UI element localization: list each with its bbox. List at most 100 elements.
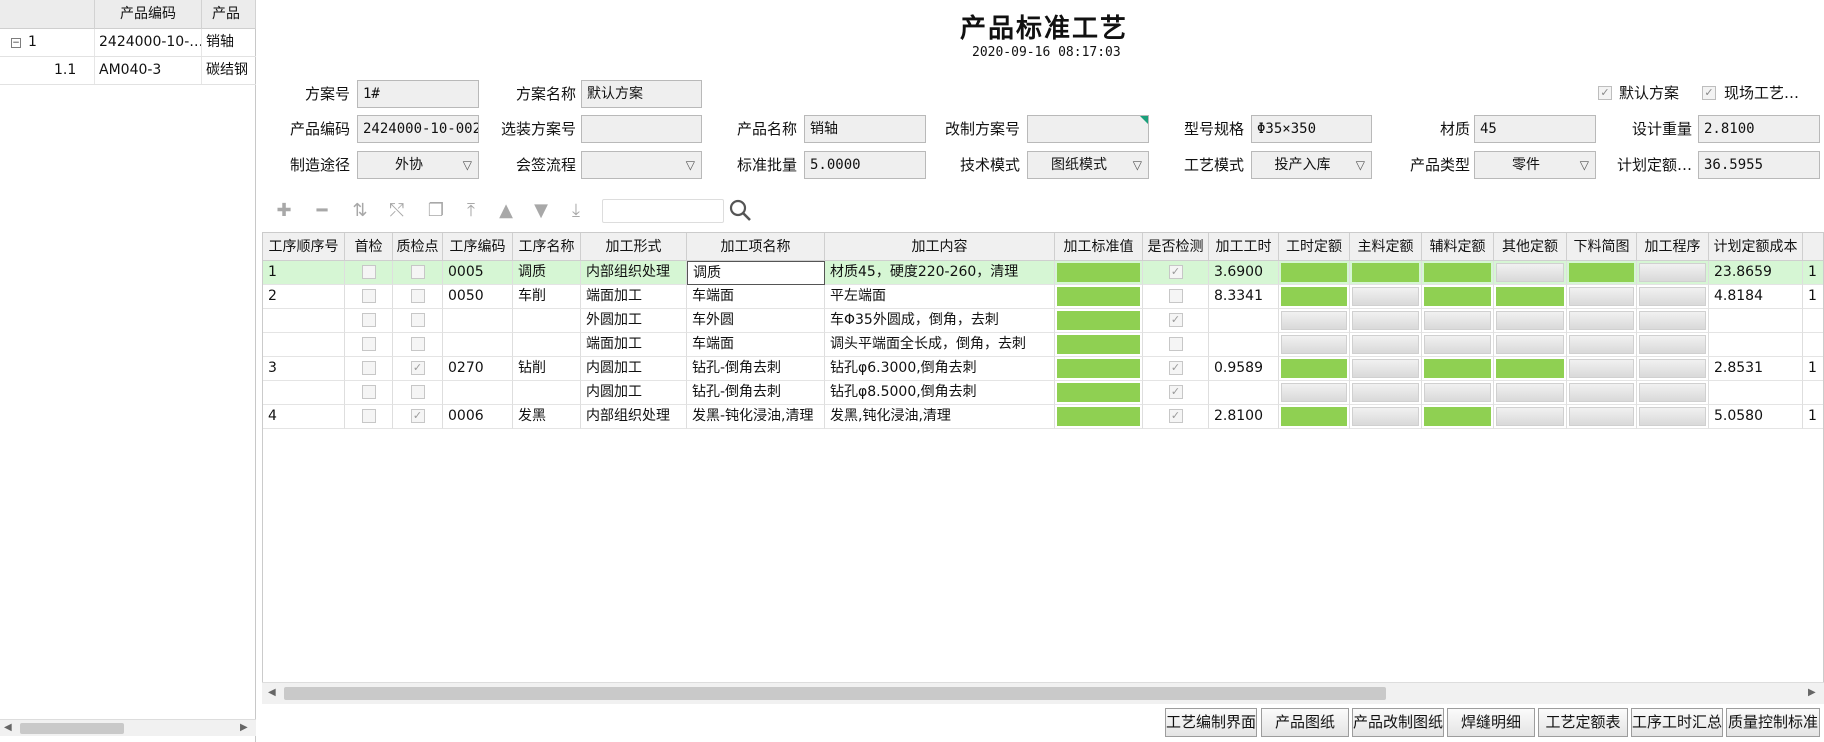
- tech-mode-select[interactable]: 图纸模式 ▽: [1027, 151, 1149, 179]
- content-cell[interactable]: 车Φ35外圆成，倒角，去刺: [825, 309, 1055, 333]
- std-cell[interactable]: [1055, 333, 1143, 357]
- tree-horizontal-scrollbar[interactable]: ◀ ▶: [0, 719, 256, 736]
- unchecked-checkbox[interactable]: [361, 385, 376, 399]
- code-cell[interactable]: [443, 333, 513, 357]
- program-cell[interactable]: [1637, 405, 1709, 429]
- first-check-cell[interactable]: [345, 381, 393, 405]
- modify-drawing-button[interactable]: 产品改制图纸: [1352, 708, 1444, 737]
- site-process-checkbox[interactable]: ✓: [1702, 86, 1716, 100]
- aux-quota-cell[interactable]: [1422, 333, 1494, 357]
- tree-row[interactable]: 1.1 AM040-3 碳结钢: [0, 57, 256, 85]
- checked-checkbox[interactable]: ✓: [410, 361, 425, 375]
- content-cell[interactable]: 钻孔φ6.3000,倒角去刺: [825, 357, 1055, 381]
- scroll-left-icon[interactable]: ◀: [4, 720, 12, 736]
- remove-icon[interactable]: ━: [309, 198, 335, 224]
- first-check-cell[interactable]: [345, 333, 393, 357]
- form-cell[interactable]: 内圆加工: [581, 357, 687, 381]
- form-cell[interactable]: 外圆加工: [581, 309, 687, 333]
- aux-quota-cell[interactable]: [1422, 285, 1494, 309]
- weld-detail-button[interactable]: 焊缝明细: [1447, 708, 1535, 737]
- seq-cell[interactable]: 4: [263, 405, 345, 429]
- other-quota-cell[interactable]: [1494, 381, 1567, 405]
- main-quota-cell[interactable]: [1350, 261, 1422, 285]
- detect-cell[interactable]: ✓: [1143, 405, 1209, 429]
- other-quota-cell[interactable]: [1494, 357, 1567, 381]
- cutting-sketch-cell[interactable]: [1567, 381, 1637, 405]
- hour-quota-cell[interactable]: [1279, 333, 1350, 357]
- process-edit-button[interactable]: 工艺编制界面: [1165, 708, 1257, 737]
- hours-cell[interactable]: 0.9589: [1209, 357, 1279, 381]
- name-column-header[interactable]: 工序名称: [513, 233, 581, 261]
- hour-quota-cell[interactable]: [1279, 309, 1350, 333]
- hour-quota-cell[interactable]: [1279, 405, 1350, 429]
- main-quota-cell[interactable]: [1350, 381, 1422, 405]
- checked-checkbox[interactable]: ✓: [410, 409, 425, 423]
- insert-icon[interactable]: ⇅: [347, 198, 373, 224]
- name-cell[interactable]: [513, 333, 581, 357]
- seq-cell[interactable]: 3: [263, 357, 345, 381]
- unchecked-checkbox[interactable]: [410, 289, 425, 303]
- sign-flow-select[interactable]: ▽: [581, 151, 702, 179]
- tree-header-name[interactable]: 产品: [202, 0, 256, 29]
- item-cell[interactable]: 调质: [687, 261, 825, 285]
- other-quota-cell[interactable]: [1494, 333, 1567, 357]
- extra-cell[interactable]: [1803, 309, 1823, 333]
- code-column-header[interactable]: 工序编码: [443, 233, 513, 261]
- scheme-name-field[interactable]: 默认方案: [581, 80, 702, 108]
- hours-cell[interactable]: [1209, 333, 1279, 357]
- plan-cost-cell[interactable]: [1709, 381, 1803, 405]
- unchecked-checkbox[interactable]: [361, 289, 376, 303]
- plan-cost-cell[interactable]: [1709, 309, 1803, 333]
- first-check-column-header[interactable]: 首检: [345, 233, 393, 261]
- checked-checkbox[interactable]: ✓: [1168, 313, 1183, 327]
- cutting-sketch-column-header[interactable]: 下料简图: [1567, 233, 1637, 261]
- branch-icon[interactable]: ⤲: [384, 198, 410, 224]
- form-cell[interactable]: 端面加工: [581, 285, 687, 309]
- qc-point-cell[interactable]: [393, 333, 443, 357]
- unchecked-checkbox[interactable]: [1168, 337, 1183, 351]
- code-cell[interactable]: 0050: [443, 285, 513, 309]
- material-field[interactable]: 45: [1474, 115, 1596, 143]
- hour-quota-cell[interactable]: [1279, 357, 1350, 381]
- item-cell[interactable]: 发黑-钝化浸油,清理: [687, 405, 825, 429]
- other-quota-column-header[interactable]: 其他定额: [1494, 233, 1567, 261]
- design-weight-field[interactable]: 2.8100: [1698, 115, 1820, 143]
- main-quota-cell[interactable]: [1350, 285, 1422, 309]
- quota-table-button[interactable]: 工艺定额表: [1538, 708, 1628, 737]
- qc-point-cell[interactable]: ✓: [393, 357, 443, 381]
- hour-quota-cell[interactable]: [1279, 261, 1350, 285]
- name-cell[interactable]: 调质: [513, 261, 581, 285]
- unchecked-checkbox[interactable]: [361, 265, 376, 279]
- std-column-header[interactable]: 加工标准值: [1055, 233, 1143, 261]
- unchecked-checkbox[interactable]: [361, 409, 376, 423]
- aux-quota-cell[interactable]: [1422, 261, 1494, 285]
- extra-cell[interactable]: [1803, 333, 1823, 357]
- content-cell[interactable]: 调头平端面全长成，倒角，去刺: [825, 333, 1055, 357]
- detect-cell[interactable]: ✓: [1143, 261, 1209, 285]
- scroll-left-icon[interactable]: ◀: [268, 685, 276, 701]
- unchecked-checkbox[interactable]: [361, 361, 376, 375]
- aux-quota-column-header[interactable]: 辅料定额: [1422, 233, 1494, 261]
- other-quota-cell[interactable]: [1494, 309, 1567, 333]
- content-cell[interactable]: 发黑,钝化浸油,清理: [825, 405, 1055, 429]
- code-cell[interactable]: [443, 309, 513, 333]
- move-top-icon[interactable]: ⤒: [458, 198, 484, 224]
- hours-cell[interactable]: [1209, 309, 1279, 333]
- item-cell[interactable]: 车端面: [687, 285, 825, 309]
- program-cell[interactable]: [1637, 333, 1709, 357]
- std-cell[interactable]: [1055, 405, 1143, 429]
- extra-cell[interactable]: 1: [1803, 261, 1823, 285]
- plan-cost-cell[interactable]: 23.8659: [1709, 261, 1803, 285]
- plan-quota-field[interactable]: 36.5955: [1698, 151, 1820, 179]
- unchecked-checkbox[interactable]: [410, 385, 425, 399]
- program-cell[interactable]: [1637, 285, 1709, 309]
- form-cell[interactable]: 内圆加工: [581, 381, 687, 405]
- aux-quota-cell[interactable]: [1422, 381, 1494, 405]
- item-cell[interactable]: 钻孔-倒角去刺: [687, 357, 825, 381]
- content-column-header[interactable]: 加工内容: [825, 233, 1055, 261]
- product-code-field[interactable]: 2424000-10-002A: [357, 115, 479, 143]
- item-cell[interactable]: 钻孔-倒角去刺: [687, 381, 825, 405]
- copy-icon[interactable]: ❐: [423, 198, 449, 224]
- main-quota-cell[interactable]: [1350, 333, 1422, 357]
- std-cell[interactable]: [1055, 261, 1143, 285]
